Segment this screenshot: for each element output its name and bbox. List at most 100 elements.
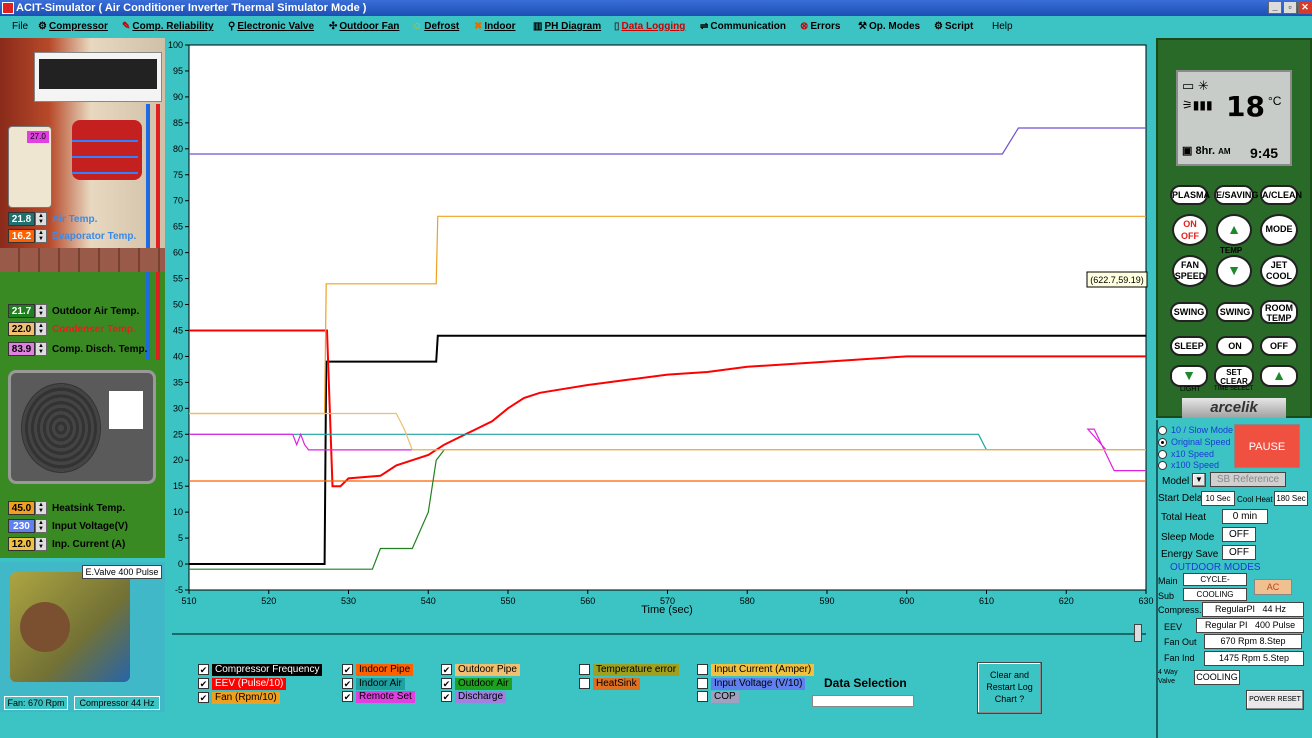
menu-data-logging[interactable]: ▯ Data Logging bbox=[614, 16, 685, 38]
menu-script[interactable]: ⚙ Script bbox=[934, 16, 973, 38]
comp-disch-value[interactable]: 83.9 bbox=[8, 342, 35, 356]
legend-remote-set[interactable]: ✔ Remote Set bbox=[342, 690, 415, 703]
start-delay-input[interactable]: 10 Sec bbox=[1201, 491, 1235, 506]
checkbox-checked-icon[interactable]: ✔ bbox=[342, 678, 353, 689]
data-selection-input[interactable] bbox=[812, 695, 914, 707]
radio-selected-icon[interactable] bbox=[1158, 437, 1167, 447]
energy-save-value[interactable]: OFF bbox=[1222, 545, 1256, 560]
legend-outdoor-pipe[interactable]: ✔ Outdoor Pipe bbox=[441, 663, 520, 676]
condenser-value[interactable]: 22.0 bbox=[8, 322, 35, 336]
input-voltage-spinner[interactable]: ▲ ▼ bbox=[35, 519, 47, 533]
swing-button-1[interactable]: SWING bbox=[1170, 302, 1208, 322]
legend-compressor-frequency[interactable]: ✔ Compressor Frequency bbox=[198, 663, 323, 676]
menu-errors[interactable]: ⊗ Errors bbox=[800, 16, 840, 38]
off-button[interactable]: OFF bbox=[1260, 336, 1298, 356]
checkbox-unchecked-icon[interactable] bbox=[697, 691, 708, 702]
legend-cop[interactable]: COP bbox=[697, 690, 739, 703]
sleep-button[interactable]: SLEEP bbox=[1170, 336, 1208, 356]
legend-eev[interactable]: ✔ EEV (Pulse/10) bbox=[198, 677, 287, 690]
model-select[interactable]: SB Reference bbox=[1210, 472, 1286, 487]
checkbox-unchecked-icon[interactable] bbox=[579, 664, 590, 675]
checkbox-checked-icon[interactable]: ✔ bbox=[441, 664, 452, 675]
legend-discharge[interactable]: ✔ Discharge bbox=[441, 690, 507, 703]
checkbox-checked-icon[interactable]: ✔ bbox=[441, 678, 452, 689]
menu-electronic-valve[interactable]: ⚲ Electronic Valve bbox=[228, 16, 314, 38]
speed-option-x10[interactable]: x10 Speed bbox=[1158, 449, 1214, 459]
log-chart[interactable]: 1009590858075706560555045403530252015105… bbox=[165, 38, 1155, 628]
menu-outdoor-fan[interactable]: ✣ Outdoor Fan bbox=[329, 16, 399, 38]
checkbox-unchecked-icon[interactable] bbox=[697, 664, 708, 675]
radio-icon[interactable] bbox=[1158, 425, 1167, 435]
radio-icon[interactable] bbox=[1158, 449, 1167, 459]
sleep-mode-value[interactable]: OFF bbox=[1222, 527, 1256, 542]
legend-indoor-air[interactable]: ✔ Indoor Air bbox=[342, 677, 405, 690]
menu-defrost[interactable]: ☺ Defrost bbox=[412, 16, 459, 38]
legend-indoor-pipe[interactable]: ✔ Indoor Pipe bbox=[342, 663, 414, 676]
checkbox-checked-icon[interactable]: ✔ bbox=[198, 678, 209, 689]
menu-compressor[interactable]: ⚙ Compressor bbox=[38, 16, 108, 38]
air-temp-value[interactable]: 21.8 bbox=[8, 212, 35, 226]
radio-icon[interactable] bbox=[1158, 460, 1167, 470]
menu-file[interactable]: File bbox=[12, 16, 28, 38]
aclean-button[interactable]: A/CLEAN bbox=[1260, 185, 1302, 205]
comp-disch-spinner[interactable]: ▲ ▼ bbox=[35, 342, 47, 356]
legend-heatsink[interactable]: HeatSink bbox=[579, 677, 640, 690]
clear-restart-button[interactable]: Clear and Restart Log Chart ? bbox=[977, 662, 1042, 714]
time-slider[interactable] bbox=[172, 624, 1146, 642]
inp-current-spinner[interactable]: ▲ ▼ bbox=[35, 537, 47, 551]
room-temp-button[interactable]: ROOM TEMP bbox=[1260, 300, 1298, 324]
input-voltage-value[interactable]: 230 bbox=[8, 519, 35, 533]
pause-button[interactable]: PAUSE bbox=[1234, 424, 1300, 468]
slider-thumb[interactable] bbox=[1134, 624, 1142, 642]
minimize-button[interactable]: _ bbox=[1268, 1, 1282, 14]
menu-comp-reliability[interactable]: ✎ Comp. Reliability bbox=[122, 16, 214, 38]
on-button[interactable]: ON bbox=[1216, 336, 1254, 356]
remote-image[interactable]: 27.0 bbox=[8, 126, 52, 208]
close-button[interactable]: ✕ bbox=[1298, 1, 1312, 14]
outdoor-air-spinner[interactable]: ▲ ▼ bbox=[35, 304, 47, 318]
air-temp-spinner[interactable]: ▲ ▼ bbox=[35, 212, 47, 226]
cool-heat-input[interactable]: 180 Sec bbox=[1274, 491, 1308, 506]
checkbox-checked-icon[interactable]: ✔ bbox=[198, 664, 209, 675]
checkbox-checked-icon[interactable]: ✔ bbox=[441, 691, 452, 702]
jet-cool-button[interactable]: JET COOL bbox=[1260, 255, 1298, 287]
plasma-button[interactable]: PLASMA bbox=[1170, 185, 1210, 205]
outdoor-air-value[interactable]: 21.7 bbox=[8, 304, 35, 318]
legend-outdoor-air[interactable]: ✔ Outdoor Air bbox=[441, 677, 512, 690]
temp-up-button[interactable]: ▲ bbox=[1216, 214, 1252, 246]
swing-button-2[interactable]: SWING bbox=[1216, 302, 1254, 322]
light-down-button[interactable]: ▼ bbox=[1170, 365, 1208, 387]
menu-help[interactable]: Help bbox=[992, 16, 1013, 38]
heatsink-value[interactable]: 45.0 bbox=[8, 501, 35, 515]
checkbox-checked-icon[interactable]: ✔ bbox=[198, 692, 209, 703]
legend-input-current[interactable]: Input Current (Amper) bbox=[697, 663, 815, 676]
esaving-button[interactable]: E/SAVING bbox=[1214, 185, 1258, 205]
checkbox-checked-icon[interactable]: ✔ bbox=[342, 691, 353, 702]
legend-input-voltage[interactable]: Input Voltage (V/10) bbox=[697, 677, 806, 690]
checkbox-unchecked-icon[interactable] bbox=[579, 678, 590, 689]
inp-current-value[interactable]: 12.0 bbox=[8, 537, 35, 551]
power-reset-button[interactable]: POWER RESET bbox=[1246, 690, 1304, 710]
menu-ph-diagram[interactable]: ▥ PH Diagram bbox=[533, 16, 601, 38]
menu-op-modes[interactable]: ⚒ Op. Modes bbox=[858, 16, 920, 38]
maximize-button[interactable]: ▫ bbox=[1283, 1, 1297, 14]
heatsink-spinner[interactable]: ▲ ▼ bbox=[35, 501, 47, 515]
condenser-spinner[interactable]: ▲ ▼ bbox=[35, 322, 47, 336]
onoff-button[interactable]: ON OFF bbox=[1172, 214, 1208, 246]
speed-option-slow[interactable]: 10 / Slow Mode bbox=[1158, 425, 1233, 435]
menu-indoor[interactable]: ✖ Indoor bbox=[474, 16, 516, 38]
fan-speed-button[interactable]: FAN SPEED bbox=[1172, 255, 1208, 287]
speed-option-original[interactable]: Original Speed bbox=[1158, 437, 1231, 447]
legend-fan[interactable]: ✔ Fan (Rpm/10) bbox=[198, 691, 280, 704]
set-clear-button[interactable]: SET CLEAR bbox=[1214, 365, 1254, 387]
evap-temp-value[interactable]: 16.2 bbox=[8, 229, 35, 243]
mode-button[interactable]: MODE bbox=[1260, 214, 1298, 246]
checkbox-unchecked-icon[interactable] bbox=[697, 678, 708, 689]
light-up-button[interactable]: ▲ bbox=[1260, 365, 1298, 387]
evap-temp-spinner[interactable]: ▲ ▼ bbox=[35, 229, 47, 243]
model-dropdown-arrow[interactable]: ▼ bbox=[1192, 473, 1206, 487]
ac-button[interactable]: AC bbox=[1254, 579, 1292, 595]
menu-communication[interactable]: ⇌ Communication bbox=[700, 16, 786, 38]
checkbox-checked-icon[interactable]: ✔ bbox=[342, 664, 353, 675]
temp-down-button[interactable]: ▼ bbox=[1216, 255, 1252, 287]
